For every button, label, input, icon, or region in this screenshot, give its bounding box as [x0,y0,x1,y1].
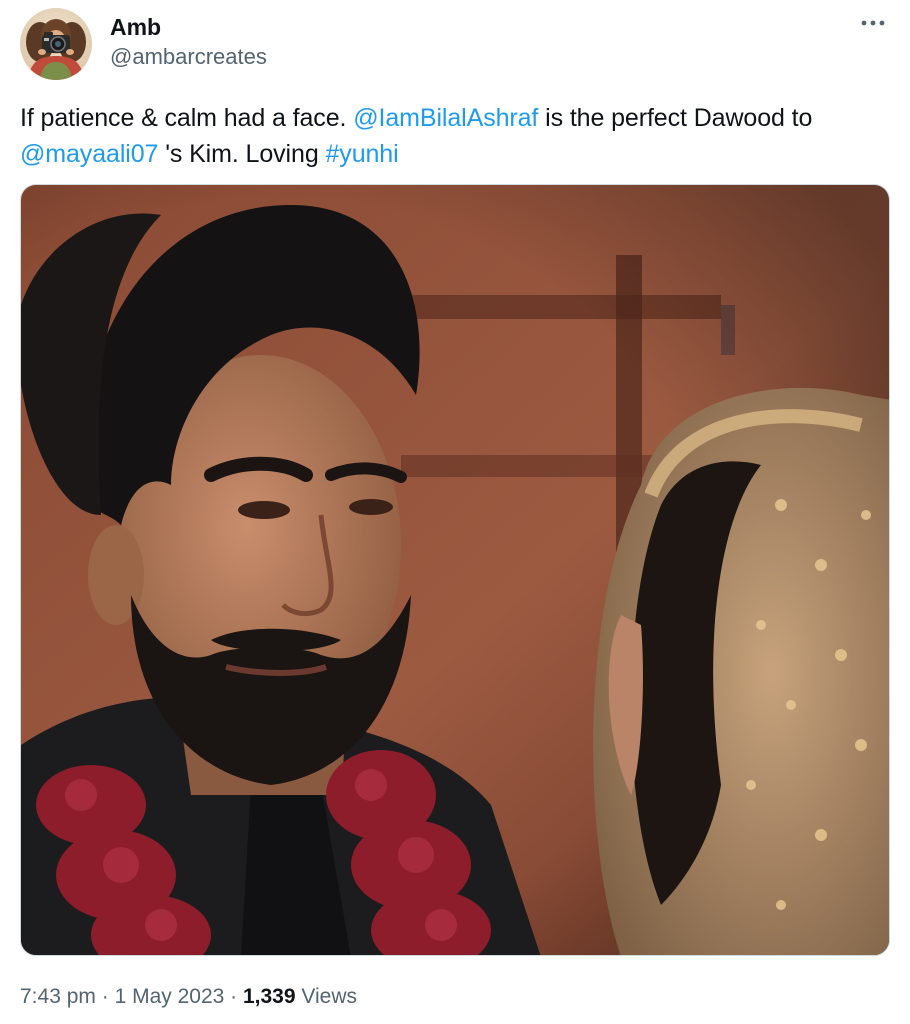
author-avatar[interactable] [20,8,92,80]
author-display-name[interactable]: Amb [110,12,267,42]
tweet-text-part: 's Kim. Loving [158,140,326,168]
views-label: Views [295,985,358,1008]
meta-separator: · [95,985,115,1008]
tweet-card: Amb @ambarcreates If patience & calm had… [0,0,910,1024]
tweet-text-part: is the perfect Dawood to [538,104,813,132]
tweet-media-image[interactable] [20,184,890,956]
meta-separator: · [224,985,243,1008]
more-horizontal-icon [861,20,885,26]
views-count: 1,339 [242,985,296,1008]
mention-link-iambilalashraf[interactable]: @IamBilalAshraf [353,104,538,132]
media-scene [21,185,889,955]
avatar-photographer-icon [20,8,92,80]
tweet-text-part: If patience & calm had a face. [20,104,354,132]
tweet-date[interactable]: 1 May 2023 [115,985,225,1008]
author-names: Amb @ambarcreates [110,12,267,72]
tweet-meta: 7:43 pm · 1 May 2023 · 1,339 Views [20,982,357,1012]
mention-link-mayaali07[interactable]: @mayaali07 [20,140,158,168]
hashtag-link-yunhi[interactable]: #yunhi [325,140,398,168]
tweet-time[interactable]: 7:43 pm [20,985,96,1008]
more-options-button[interactable] [858,8,888,38]
tweet-text: If patience & calm had a face. @IamBilal… [20,100,890,172]
tweet-header: Amb @ambarcreates [20,8,267,80]
author-handle[interactable]: @ambarcreates [110,42,267,72]
